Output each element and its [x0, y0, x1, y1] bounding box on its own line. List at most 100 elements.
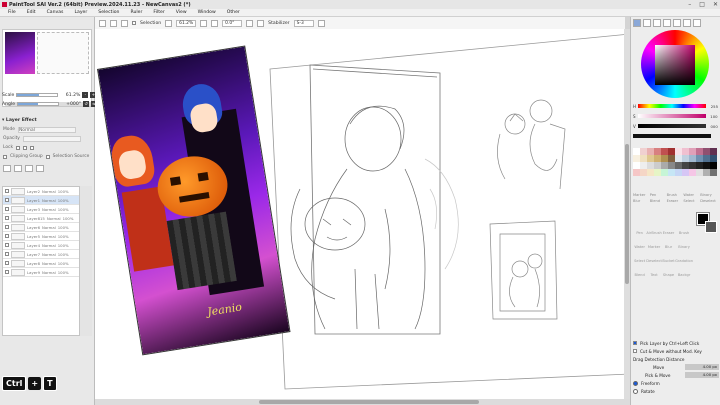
lock-alpha-checkbox[interactable] [23, 145, 28, 150]
color-swatch[interactable] [640, 155, 647, 162]
scale-minus-icon[interactable]: - [82, 92, 89, 98]
new-folder-icon[interactable] [14, 165, 22, 172]
scratchpad-tab-icon[interactable] [673, 19, 681, 27]
color-swatch[interactable] [703, 155, 710, 162]
color-swatch[interactable] [703, 148, 710, 155]
close-button[interactable]: ✕ [713, 1, 718, 8]
color-sv-square[interactable] [655, 45, 695, 85]
color-swatch[interactable] [668, 148, 675, 155]
menu-filter[interactable]: Filter [153, 10, 164, 15]
layer-visibility-icon[interactable] [5, 261, 9, 265]
color-swatch[interactable] [689, 148, 696, 155]
layer-row[interactable]: Layer9 Normal 100% [3, 268, 79, 277]
color-swatch[interactable] [703, 162, 710, 169]
lock-checkbox[interactable] [16, 145, 21, 150]
color-swatch[interactable] [675, 155, 682, 162]
tool-button[interactable]: Blur [662, 245, 675, 255]
tool-button[interactable]: Eraser [662, 231, 675, 241]
tool-button[interactable]: Select [633, 259, 646, 269]
saturation-slider[interactable] [637, 114, 706, 118]
color-swatch[interactable] [640, 162, 647, 169]
undo-icon[interactable] [99, 19, 106, 27]
merge-icon[interactable] [25, 165, 33, 172]
menu-selection[interactable]: Selection [98, 10, 119, 15]
color-swatch[interactable] [710, 162, 717, 169]
color-swatch[interactable] [696, 162, 703, 169]
color-swatch[interactable] [703, 169, 710, 176]
tool-button[interactable]: Binary [675, 245, 693, 255]
angle-slider[interactable] [17, 102, 60, 106]
selection-checkbox[interactable] [132, 21, 136, 25]
layer-visibility-icon[interactable] [5, 216, 9, 220]
canvas-vertical-thumb[interactable] [625, 144, 629, 284]
color-swatch[interactable] [668, 155, 675, 162]
color-swatch[interactable] [647, 148, 654, 155]
rgb-tab-icon[interactable] [643, 19, 651, 27]
stabilizer-select[interactable]: S-3 [293, 19, 314, 27]
tool-button[interactable]: Deselect [646, 259, 662, 269]
color-swatch[interactable] [696, 155, 703, 162]
wheel-tab-icon[interactable] [633, 19, 641, 27]
angle-field[interactable]: 0.0° [222, 19, 243, 27]
color-swatch[interactable] [661, 169, 668, 176]
brush-tab[interactable]: Brush [667, 193, 684, 197]
angle-reset-icon[interactable]: ↺ [83, 101, 90, 107]
menu-file[interactable]: File [8, 10, 16, 15]
layer-row[interactable]: Layer815 Normal 100% [3, 214, 79, 223]
brush-tab[interactable]: Deselect [700, 199, 717, 203]
layer-effect-header[interactable]: ▾ Layer Effect [2, 118, 37, 123]
color-swatch[interactable] [661, 162, 668, 169]
minimize-button[interactable]: – [688, 1, 691, 8]
layer-visibility-icon[interactable] [5, 270, 9, 274]
color-swatch[interactable] [675, 169, 682, 176]
menu-view[interactable]: View [176, 10, 187, 15]
color-swatch[interactable] [647, 155, 654, 162]
layer-visibility-icon[interactable] [5, 243, 9, 247]
color-swatch[interactable] [640, 169, 647, 176]
new-layer-icon[interactable] [3, 165, 11, 172]
menu-edit[interactable]: Edit [27, 10, 36, 15]
menu-window[interactable]: Window [198, 10, 216, 15]
background-color-swatch[interactable] [705, 221, 717, 233]
canvas-horizontal-scrollbar[interactable] [95, 399, 630, 405]
canvas-horizontal-thumb[interactable] [259, 400, 479, 404]
color-swatch[interactable] [668, 162, 675, 169]
scale-slider[interactable] [16, 93, 59, 97]
hsv-tab-icon[interactable] [653, 19, 661, 27]
layer-row[interactable]: Layer6 Normal 100% [3, 223, 79, 232]
menu-other[interactable]: Other [227, 10, 240, 15]
rotate-radio[interactable] [633, 388, 638, 394]
layer-row[interactable]: Layer3 Normal 100% [3, 205, 79, 214]
delete-layer-icon[interactable] [36, 165, 44, 172]
brush-tab[interactable]: Marker [633, 193, 650, 197]
value-slider[interactable] [637, 124, 706, 128]
color-swatch[interactable] [682, 169, 689, 176]
pick-layer-checkbox[interactable] [633, 341, 637, 345]
zoom-in-icon[interactable] [200, 19, 208, 27]
canvas-area[interactable]: Jeanio [95, 29, 630, 399]
pen-mode-icon[interactable] [317, 19, 325, 27]
swatches-tab-icon[interactable] [663, 19, 671, 27]
color-swatch[interactable] [633, 148, 640, 155]
color-swatch[interactable] [710, 155, 717, 162]
layer-visibility-icon[interactable] [5, 234, 9, 238]
color-swatch[interactable] [682, 148, 689, 155]
palette-tab-icon[interactable] [683, 19, 691, 27]
color-swatch[interactable] [689, 162, 696, 169]
hue-slider[interactable] [638, 104, 707, 108]
color-swatch[interactable] [661, 155, 668, 162]
tool-button[interactable]: Bucket [662, 259, 675, 269]
color-swatch[interactable] [647, 162, 654, 169]
move-value-field[interactable]: 4.00 px [685, 364, 719, 370]
pick-move-value-field[interactable]: 4.00 px [685, 372, 719, 378]
cut-move-checkbox[interactable] [633, 349, 637, 353]
mode-select[interactable]: Normal [17, 126, 76, 133]
color-swatch[interactable] [682, 162, 689, 169]
brush-tab[interactable]: Select [683, 199, 700, 203]
brush-tab[interactable]: Eraser [667, 199, 684, 203]
color-swatch[interactable] [633, 169, 640, 176]
extra-slider[interactable] [633, 134, 711, 138]
options-tab-icon[interactable] [693, 19, 701, 27]
color-swatch[interactable] [696, 148, 703, 155]
color-swatch[interactable] [647, 169, 654, 176]
